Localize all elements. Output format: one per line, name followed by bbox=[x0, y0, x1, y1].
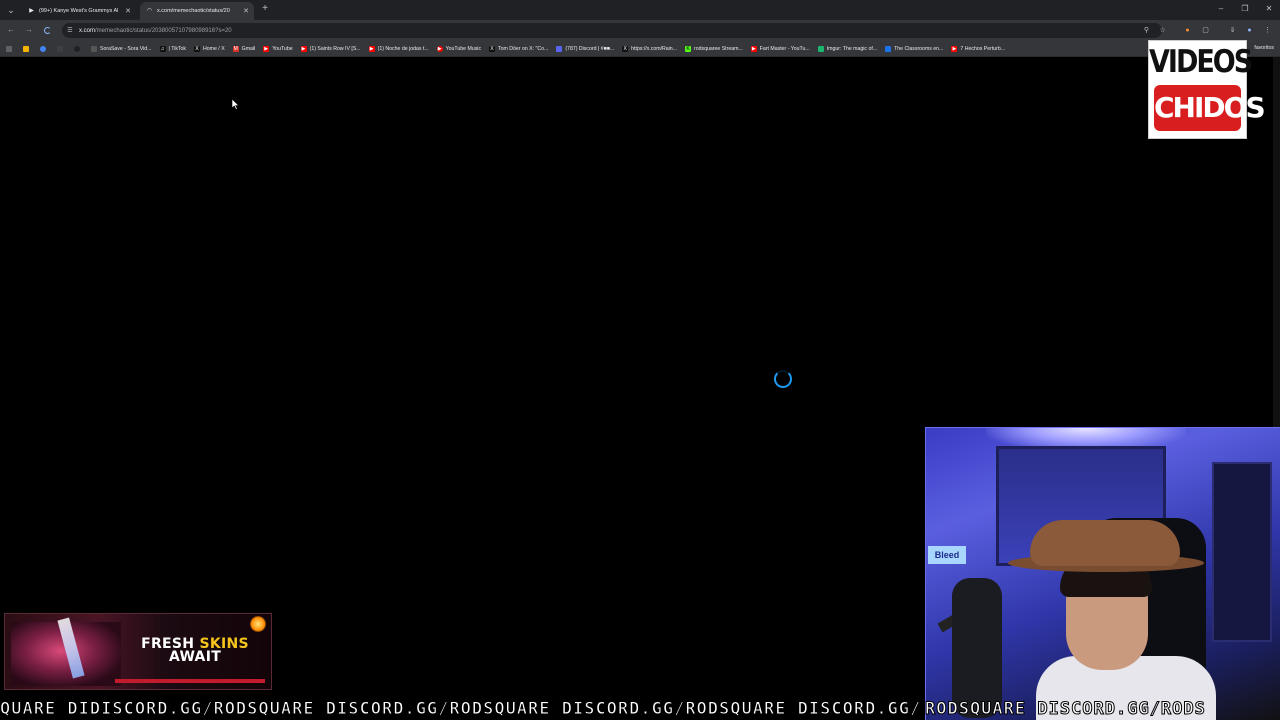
profile-avatar-icon[interactable]: ● bbox=[1245, 26, 1254, 35]
url-host: x.com bbox=[79, 27, 96, 34]
webcam-feed: Bleed bbox=[925, 427, 1280, 720]
minimize-icon[interactable]: – bbox=[1210, 3, 1232, 15]
tab-youtube[interactable]: ▶ (99+) Kanye West's Grammys Al ✕ bbox=[22, 2, 136, 20]
fire-icon bbox=[249, 616, 267, 632]
back-icon[interactable]: ← bbox=[6, 25, 16, 35]
microphone-icon bbox=[952, 578, 1002, 718]
new-tab-button[interactable]: + bbox=[259, 3, 271, 15]
mouse-cursor-icon bbox=[231, 97, 240, 115]
promo-banner: FRESH SKINS AWAIT bbox=[4, 613, 272, 690]
discord-ticker-right: RODSQUARE DISCORD.GG/RODS bbox=[925, 699, 1280, 720]
url-path: /memechaotic/status/2038005710798098916?… bbox=[95, 27, 232, 34]
address-bar[interactable]: ☰ x.com/memechaotic/status/2038005710798… bbox=[62, 23, 1162, 38]
all-bookmarks-folder[interactable]: favoritos bbox=[1254, 45, 1274, 51]
bookmark-item[interactable]: ▶ (1) Noche de jodas t... bbox=[368, 45, 429, 52]
bookmark-item[interactable]: ▶ (1) Saints Row IV [S... bbox=[300, 45, 361, 52]
bookmark-item[interactable]: X Home / X bbox=[194, 45, 225, 52]
promo-text: FRESH SKINS AWAIT bbox=[125, 637, 265, 665]
cowboy-hat bbox=[1030, 520, 1180, 566]
bookmark-item[interactable]: ▶ YouTube bbox=[263, 45, 293, 52]
bookmark-dot-icon[interactable] bbox=[57, 45, 66, 52]
bookmark-folder-icon[interactable] bbox=[23, 45, 32, 52]
bookmark-item[interactable]: ▶ YouTube Music bbox=[436, 45, 481, 52]
url-text[interactable]: x.com/memechaotic/status/203800571079809… bbox=[79, 28, 232, 34]
menu-kebab-icon[interactable]: ⋮ bbox=[1263, 26, 1272, 35]
extensions-puzzle-icon[interactable]: ▢ bbox=[1201, 26, 1210, 35]
logo-text-line1: VIDEOS bbox=[1149, 44, 1253, 81]
restore-icon[interactable]: ❐ bbox=[1234, 3, 1256, 15]
bookmark-item[interactable]: SoraSave - Sora Vid... bbox=[91, 45, 152, 52]
bookmark-item[interactable]: M Gmail bbox=[232, 45, 255, 52]
stop-loading-icon[interactable] bbox=[44, 27, 51, 34]
browser-toolbar: ← → ☰ x.com/memechaotic/status/203800571… bbox=[0, 20, 1280, 41]
loading-spinner-icon bbox=[774, 370, 792, 388]
promo-word-await: AWAIT bbox=[168, 649, 222, 665]
bookmark-item[interactable]: ♫ | TikTok bbox=[159, 45, 186, 52]
shelf bbox=[1212, 462, 1272, 642]
site-info-icon[interactable]: ☰ bbox=[66, 27, 74, 35]
bookmarks-bar: SoraSave - Sora Vid... ♫ | TikTok X Home /… bbox=[0, 41, 1280, 57]
tab-title: (99+) Kanye West's Grammys Al bbox=[39, 8, 119, 14]
close-tab-icon[interactable]: ✕ bbox=[242, 7, 250, 15]
tab-strip: ⌄ ▶ (99+) Kanye West's Grammys Al ✕ ◠ x.… bbox=[0, 0, 1280, 20]
discord-ticker: QUARE DIDISCORD.GG/RODSQUARE DISCORD.GG/… bbox=[0, 699, 925, 720]
bookmark-item[interactable]: X Tom Dōer on X: "Co... bbox=[489, 45, 548, 52]
bookmark-globe-icon[interactable] bbox=[74, 45, 83, 52]
logo-text-line2: CHIDOS bbox=[1154, 85, 1266, 131]
tab-search-icon[interactable]: ⌄ bbox=[4, 3, 18, 17]
extension-icon[interactable]: ● bbox=[1183, 26, 1192, 35]
bookmark-item[interactable]: ▶ Fart Master - YouTu... bbox=[750, 45, 810, 52]
ticker-text: QUARE DIDISCORD.GG/RODSQUARE DISCORD.GG/… bbox=[0, 699, 922, 720]
ticker-text: RODSQUARE DISCORD.GG/RODS bbox=[925, 699, 1206, 720]
close-tab-icon[interactable]: ✕ bbox=[124, 7, 132, 15]
close-window-icon[interactable]: ✕ bbox=[1258, 3, 1280, 15]
promo-underline bbox=[115, 679, 265, 683]
bookmark-star-icon[interactable]: ☆ bbox=[1158, 26, 1167, 35]
bookmark-cloud-icon[interactable] bbox=[40, 45, 49, 52]
tab-title: x.com/memechaotic/status/20 bbox=[157, 8, 230, 14]
forward-icon[interactable]: → bbox=[24, 25, 34, 35]
loading-icon: ◠ bbox=[146, 7, 153, 14]
downloads-icon[interactable]: ⇓ bbox=[1228, 26, 1237, 35]
bookmark-item[interactable]: ▶ 7 Hechos Perturb... bbox=[951, 45, 1005, 52]
videos-chidos-logo: VIDEOS CHIDOS bbox=[1148, 40, 1266, 139]
bookmark-item[interactable]: Krodsquaree Stream... bbox=[685, 45, 743, 52]
bookmark-item[interactable]: Xhttps://x.com/Rain... bbox=[622, 45, 677, 52]
bookmark-item[interactable]: The Classrooms en... bbox=[885, 45, 943, 52]
apps-icon[interactable] bbox=[6, 45, 15, 52]
bookmark-item[interactable]: Imgur: The magic of... bbox=[817, 45, 877, 52]
youtube-icon: ▶ bbox=[29, 7, 34, 14]
neon-sign: Bleed bbox=[928, 546, 966, 564]
bookmark-item[interactable]: (787) Discord | #■■... bbox=[556, 45, 614, 52]
zoom-icon[interactable]: ⚲ bbox=[1142, 26, 1151, 35]
page-scrollbar[interactable] bbox=[1273, 57, 1280, 427]
tab-x-status[interactable]: ◠ x.com/memechaotic/status/20 ✕ bbox=[140, 2, 254, 20]
